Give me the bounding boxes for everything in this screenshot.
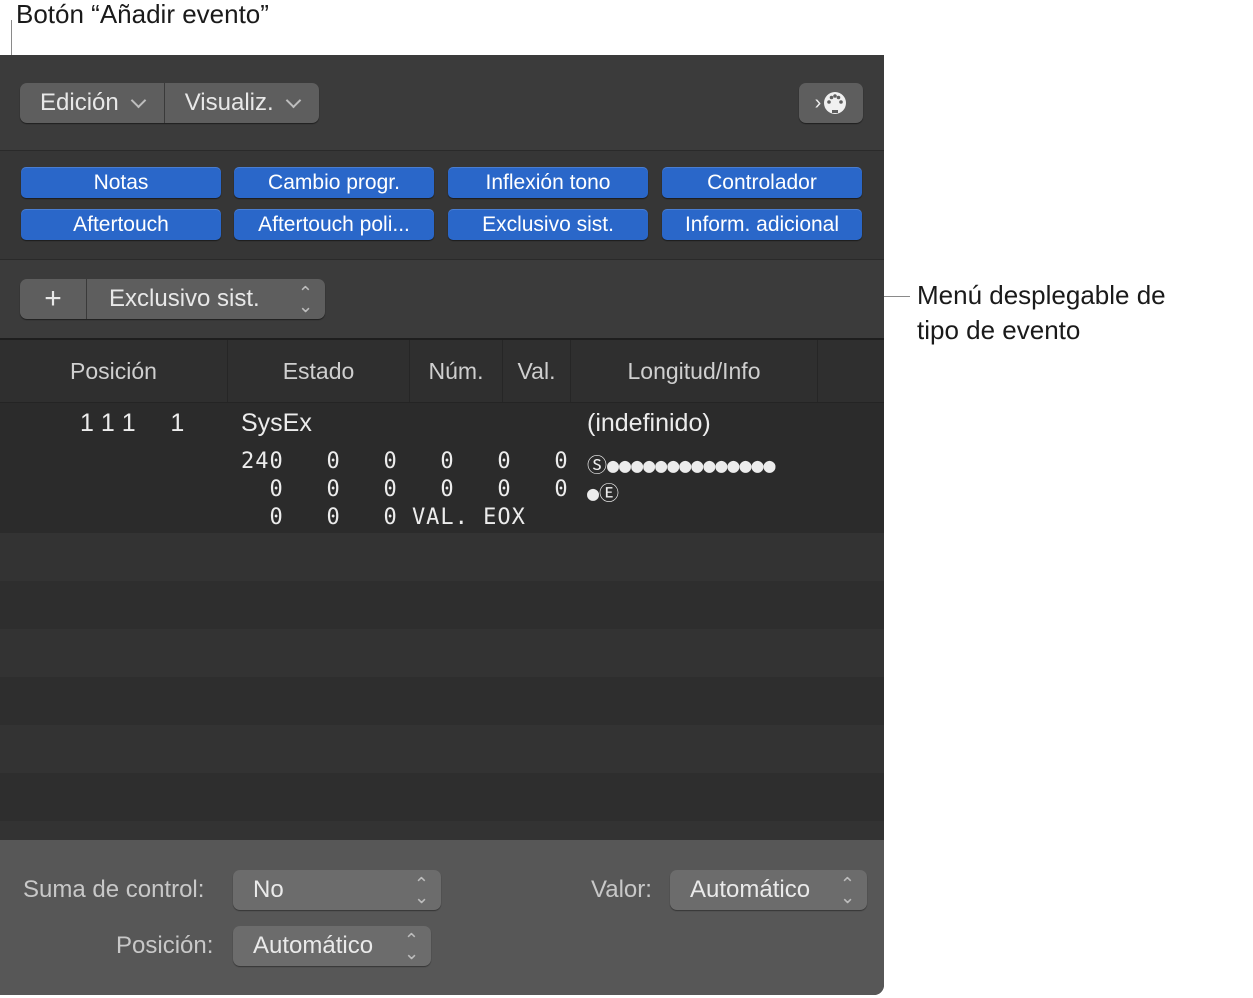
sysex-data-line: 0 0 0 VAL. EOX <box>241 505 526 530</box>
midi-connector-icon <box>824 92 847 114</box>
empty-row <box>0 629 884 677</box>
empty-row <box>0 773 884 821</box>
add-event-group: + Exclusivo sist. ⌃ ⌃ <box>20 279 325 319</box>
empty-row <box>0 533 884 581</box>
up-down-chevron-icon: ⌃ ⌃ <box>839 874 855 906</box>
value-label: Valor: <box>591 876 652 903</box>
filter-program-change-button[interactable]: Cambio progr. <box>234 167 434 198</box>
filter-sysex-button[interactable]: Exclusivo sist. <box>448 209 648 240</box>
checksum-value: No <box>253 876 284 903</box>
event-type-label: Exclusivo sist. <box>109 285 260 312</box>
event-type-popup[interactable]: Exclusivo sist. ⌃ ⌃ <box>87 279 325 319</box>
menu-segment: Edición Visualiz. <box>20 83 319 123</box>
empty-row <box>0 821 884 840</box>
column-header-status[interactable]: Estado <box>228 340 410 402</box>
filter-poly-aftertouch-button[interactable]: Aftertouch poli... <box>234 209 434 240</box>
filter-notes-button[interactable]: Notas <box>21 167 221 198</box>
up-down-chevron-icon: ⌃ ⌃ <box>403 930 419 962</box>
chevron-down-icon <box>130 92 146 108</box>
position-popup[interactable]: Automático ⌃ ⌃ <box>233 926 431 966</box>
row-position: 1 1 1 1 <box>80 409 185 437</box>
event-type-filters: Notas Cambio progr. Inflexión tono Contr… <box>0 151 884 260</box>
sysex-options: Suma de control: No ⌃ ⌃ Valor: Automático… <box>0 840 884 995</box>
edit-menu-label: Edición <box>40 89 119 116</box>
empty-row <box>0 677 884 725</box>
filter-pitch-bend-button[interactable]: Inflexión tono <box>448 167 648 198</box>
checksum-popup[interactable]: No ⌃ ⌃ <box>233 870 441 910</box>
column-header-number[interactable]: Núm. <box>410 340 503 402</box>
position-value: Automático <box>253 932 374 959</box>
edit-menu[interactable]: Edición <box>20 83 164 123</box>
row-info: (indefinido) <box>587 409 711 437</box>
column-header-position[interactable]: Posición <box>0 340 228 402</box>
value-popup[interactable]: Automático ⌃ ⌃ <box>670 870 867 910</box>
chevron-down-icon <box>285 92 301 108</box>
callout-add-event: Botón “Añadir evento” <box>16 0 269 29</box>
empty-row <box>0 725 884 773</box>
filter-additional-info-button[interactable]: Inform. adicional <box>662 209 862 240</box>
filter-aftertouch-button[interactable]: Aftertouch <box>21 209 221 240</box>
empty-row <box>0 581 884 629</box>
event-table: Posición Estado Núm. Val. Longitud/Info … <box>0 340 884 840</box>
column-header-value[interactable]: Val. <box>503 340 571 402</box>
checksum-label: Suma de control: <box>23 876 205 903</box>
view-menu[interactable]: Visualiz. <box>163 83 319 123</box>
add-event-bar: + Exclusivo sist. ⌃ ⌃ <box>0 260 884 340</box>
position-label: Posición: <box>116 932 214 959</box>
value-value: Automático <box>690 876 811 903</box>
callout-type-menu-line1: Menú desplegable de <box>917 280 1166 310</box>
filter-controller-button[interactable]: Controlador <box>662 167 862 198</box>
view-menu-label: Visualiz. <box>184 89 274 116</box>
sysex-dots-line: ●Ⓔ <box>587 481 620 505</box>
chevron-right-icon: › <box>814 91 822 114</box>
plus-icon: + <box>44 282 62 315</box>
midi-input-button[interactable]: › <box>799 83 863 123</box>
toolbar: Edición Visualiz. › <box>0 55 884 151</box>
up-down-chevron-icon: ⌃ ⌃ <box>297 283 313 315</box>
up-down-chevron-icon: ⌃ ⌃ <box>413 874 429 906</box>
event-list-panel: Edición Visualiz. › Notas Cambio progr. <box>0 55 884 995</box>
callout-type-menu-line2: tipo de evento <box>917 315 1081 345</box>
table-header: Posición Estado Núm. Val. Longitud/Info <box>0 340 884 403</box>
column-header-length-info[interactable]: Longitud/Info <box>571 340 818 402</box>
sysex-data-line: 0 0 0 0 0 0 <box>241 477 569 502</box>
sysex-dots-line: Ⓢ●●●●●●●●●●●●●● <box>587 453 776 477</box>
add-event-button[interactable]: + <box>20 279 87 319</box>
row-status: SysEx <box>241 409 312 437</box>
sysex-data-line: 240 0 0 0 0 0 <box>241 449 569 474</box>
